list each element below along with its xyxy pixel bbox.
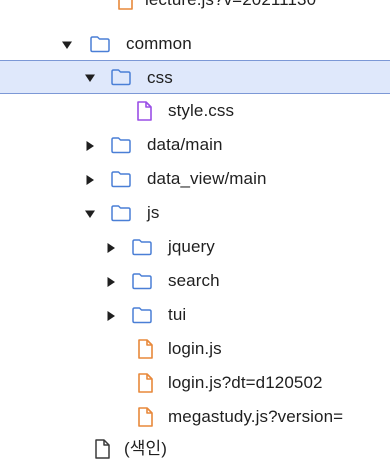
tree-row-index[interactable]: (색인) bbox=[0, 432, 390, 466]
folder-icon bbox=[110, 134, 132, 156]
tree-row-tui[interactable]: tui bbox=[0, 298, 390, 332]
tree-row-common[interactable]: common bbox=[0, 27, 390, 61]
tree-row-label: js bbox=[147, 203, 160, 222]
tree-row-label: login.js bbox=[168, 339, 222, 358]
tree-row-jquery[interactable]: jquery bbox=[0, 230, 390, 264]
chevron-right-icon[interactable] bbox=[104, 274, 118, 288]
tree-row-partial[interactable]: lecture.js?v=20211130 bbox=[0, 0, 390, 17]
tree-row-js[interactable]: js bbox=[0, 196, 390, 230]
folder-icon bbox=[110, 66, 132, 88]
chevron-down-icon[interactable] bbox=[60, 37, 74, 51]
tree-row-label: megastudy.js?version= bbox=[168, 407, 344, 426]
tree-row-label: data/main bbox=[147, 135, 223, 154]
partial-top-row-clip: lecture.js?v=20211130 bbox=[0, 0, 390, 22]
tree-row-label: search bbox=[168, 271, 220, 290]
tree-row-label: (색인) bbox=[124, 439, 168, 458]
chevron-right-icon[interactable] bbox=[104, 308, 118, 322]
tree-row-data-main[interactable]: data/main bbox=[0, 128, 390, 162]
tree-row-label: common bbox=[126, 34, 192, 53]
tree-row-label: data_view/main bbox=[147, 169, 267, 188]
tree-row-label: login.js?dt=d120502 bbox=[168, 373, 323, 392]
tree-row-megastudy-js[interactable]: megastudy.js?version= bbox=[0, 400, 390, 434]
tree-row-label: css bbox=[147, 68, 173, 87]
tree-row-label: lecture.js?v=20211130 bbox=[145, 0, 316, 17]
file-icon bbox=[134, 372, 156, 394]
tree-row-data-view-main[interactable]: data_view/main bbox=[0, 162, 390, 196]
file-tree: lecture.js?v=20211130 common css style.c… bbox=[0, 0, 390, 469]
chevron-right-icon[interactable] bbox=[83, 138, 97, 152]
folder-icon bbox=[131, 270, 153, 292]
tree-row-search[interactable]: search bbox=[0, 264, 390, 298]
folder-icon bbox=[89, 33, 111, 55]
tree-row-login-js-dt[interactable]: login.js?dt=d120502 bbox=[0, 366, 390, 400]
tree-row-label: tui bbox=[168, 305, 187, 324]
chevron-right-icon[interactable] bbox=[83, 172, 97, 186]
tree-row-css[interactable]: css bbox=[0, 60, 390, 94]
folder-icon bbox=[110, 168, 132, 190]
tree-row-login-js[interactable]: login.js bbox=[0, 332, 390, 366]
chevron-down-icon[interactable] bbox=[83, 206, 97, 220]
folder-icon bbox=[131, 304, 153, 326]
tree-row-label: jquery bbox=[168, 237, 215, 256]
tree-row-style-css[interactable]: style.css bbox=[0, 94, 390, 128]
file-icon bbox=[114, 0, 136, 11]
file-icon bbox=[133, 100, 155, 122]
folder-icon bbox=[131, 236, 153, 258]
file-icon bbox=[134, 338, 156, 360]
chevron-down-icon[interactable] bbox=[83, 70, 97, 84]
file-icon bbox=[134, 406, 156, 428]
folder-icon bbox=[110, 202, 132, 224]
file-icon bbox=[91, 438, 113, 460]
chevron-right-icon[interactable] bbox=[104, 240, 118, 254]
tree-row-label: style.css bbox=[168, 101, 235, 120]
